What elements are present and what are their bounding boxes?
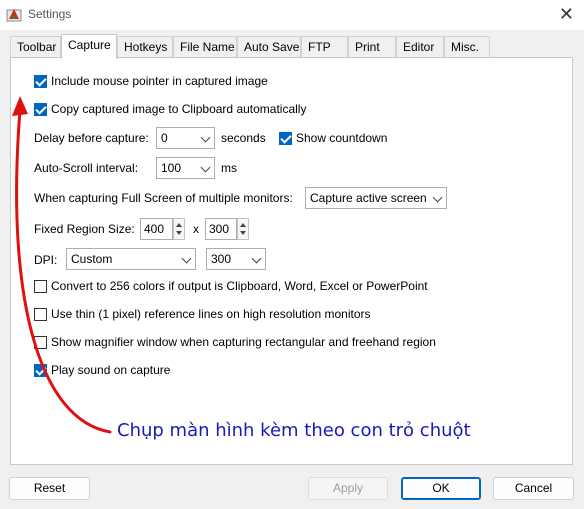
- spin-up-icon[interactable]: [176, 223, 182, 227]
- spin-down-icon[interactable]: [176, 231, 182, 235]
- tab-capture[interactable]: Capture: [61, 34, 117, 59]
- multi-monitor-label: When capturing Full Screen of multiple m…: [34, 191, 293, 205]
- multi-monitor-value: Capture active screen: [310, 191, 427, 205]
- copy-clipboard-checkbox[interactable]: [34, 102, 47, 116]
- region-height-input[interactable]: 300: [205, 218, 237, 240]
- dpi-value-select[interactable]: 300: [206, 248, 266, 270]
- multi-monitor-select[interactable]: Capture active screen: [305, 187, 447, 209]
- chevron-down-icon: [251, 253, 262, 264]
- ok-button[interactable]: OK: [401, 477, 481, 500]
- delay-value: 0: [161, 131, 168, 145]
- fixed-region-label: Fixed Region Size:: [34, 222, 135, 236]
- include-pointer-option[interactable]: Include mouse pointer in captured image: [34, 74, 268, 88]
- tab-file-name[interactable]: File Name: [173, 36, 237, 58]
- convert-256-option[interactable]: Convert to 256 colors if output is Clipb…: [34, 279, 428, 293]
- spin-up-icon[interactable]: [240, 223, 246, 227]
- magnifier-label: Show magnifier window when capturing rec…: [51, 335, 436, 349]
- magnifier-checkbox[interactable]: [34, 335, 47, 349]
- chevron-down-icon: [432, 192, 443, 203]
- apply-button[interactable]: Apply: [308, 477, 388, 500]
- magnifier-option[interactable]: Show magnifier window when capturing rec…: [34, 335, 436, 349]
- delay-label: Delay before capture:: [34, 131, 149, 145]
- tab-ftp[interactable]: FTP: [301, 36, 348, 58]
- app-icon: [6, 9, 22, 22]
- convert-256-label: Convert to 256 colors if output is Clipb…: [51, 279, 428, 293]
- dpi-label: DPI:: [34, 253, 58, 267]
- autoscroll-unit: ms: [221, 161, 237, 175]
- show-countdown-option[interactable]: Show countdown: [279, 131, 387, 145]
- thin-lines-checkbox[interactable]: [34, 307, 47, 321]
- play-sound-label: Play sound on capture: [51, 363, 171, 377]
- reset-button[interactable]: Reset: [9, 477, 90, 500]
- show-countdown-label: Show countdown: [296, 131, 388, 145]
- tab-auto-save[interactable]: Auto Save: [237, 36, 301, 58]
- cancel-button[interactable]: Cancel: [493, 477, 574, 500]
- thin-lines-option[interactable]: Use thin (1 pixel) reference lines on hi…: [34, 307, 371, 321]
- window-title: Settings: [28, 7, 72, 21]
- chevron-down-icon: [200, 162, 211, 173]
- chevron-down-icon: [181, 253, 192, 264]
- chevron-down-icon: [200, 132, 211, 143]
- dpi-mode-value: Custom: [71, 252, 113, 266]
- show-countdown-checkbox[interactable]: [279, 131, 292, 145]
- copy-clipboard-option[interactable]: Copy captured image to Clipboard automat…: [34, 102, 306, 116]
- delay-unit: seconds: [221, 131, 266, 145]
- delay-select[interactable]: 0: [156, 127, 215, 149]
- spin-down-icon[interactable]: [240, 231, 246, 235]
- autoscroll-value: 100: [161, 161, 182, 175]
- autoscroll-select[interactable]: 100: [156, 157, 215, 179]
- dpi-value: 300: [211, 252, 232, 266]
- dpi-mode-select[interactable]: Custom: [66, 248, 196, 270]
- include-pointer-checkbox[interactable]: [34, 74, 47, 88]
- tab-print[interactable]: Print: [348, 36, 396, 58]
- annotation-caption: Chụp màn hình kèm theo con trỏ chuột: [117, 420, 471, 441]
- convert-256-checkbox[interactable]: [34, 279, 47, 293]
- tab-editor[interactable]: Editor: [396, 36, 444, 58]
- region-width-spinner[interactable]: [173, 218, 185, 240]
- thin-lines-label: Use thin (1 pixel) reference lines on hi…: [51, 307, 371, 321]
- tab-misc[interactable]: Misc.: [444, 36, 490, 58]
- capture-settings-panel: Include mouse pointer in captured image …: [10, 57, 573, 465]
- region-height-spinner[interactable]: [237, 218, 249, 240]
- close-icon[interactable]: ✕: [559, 4, 574, 25]
- tab-toolbar[interactable]: Toolbar: [10, 36, 61, 58]
- play-sound-checkbox[interactable]: [34, 363, 47, 377]
- region-width-input[interactable]: 400: [140, 218, 173, 240]
- play-sound-option[interactable]: Play sound on capture: [34, 363, 170, 377]
- title-bar: Settings ✕: [0, 0, 584, 30]
- region-separator: x: [193, 222, 199, 236]
- include-pointer-label: Include mouse pointer in captured image: [51, 74, 268, 88]
- tab-hotkeys[interactable]: Hotkeys: [117, 36, 173, 58]
- copy-clipboard-label: Copy captured image to Clipboard automat…: [51, 102, 307, 116]
- autoscroll-label: Auto-Scroll interval:: [34, 161, 139, 175]
